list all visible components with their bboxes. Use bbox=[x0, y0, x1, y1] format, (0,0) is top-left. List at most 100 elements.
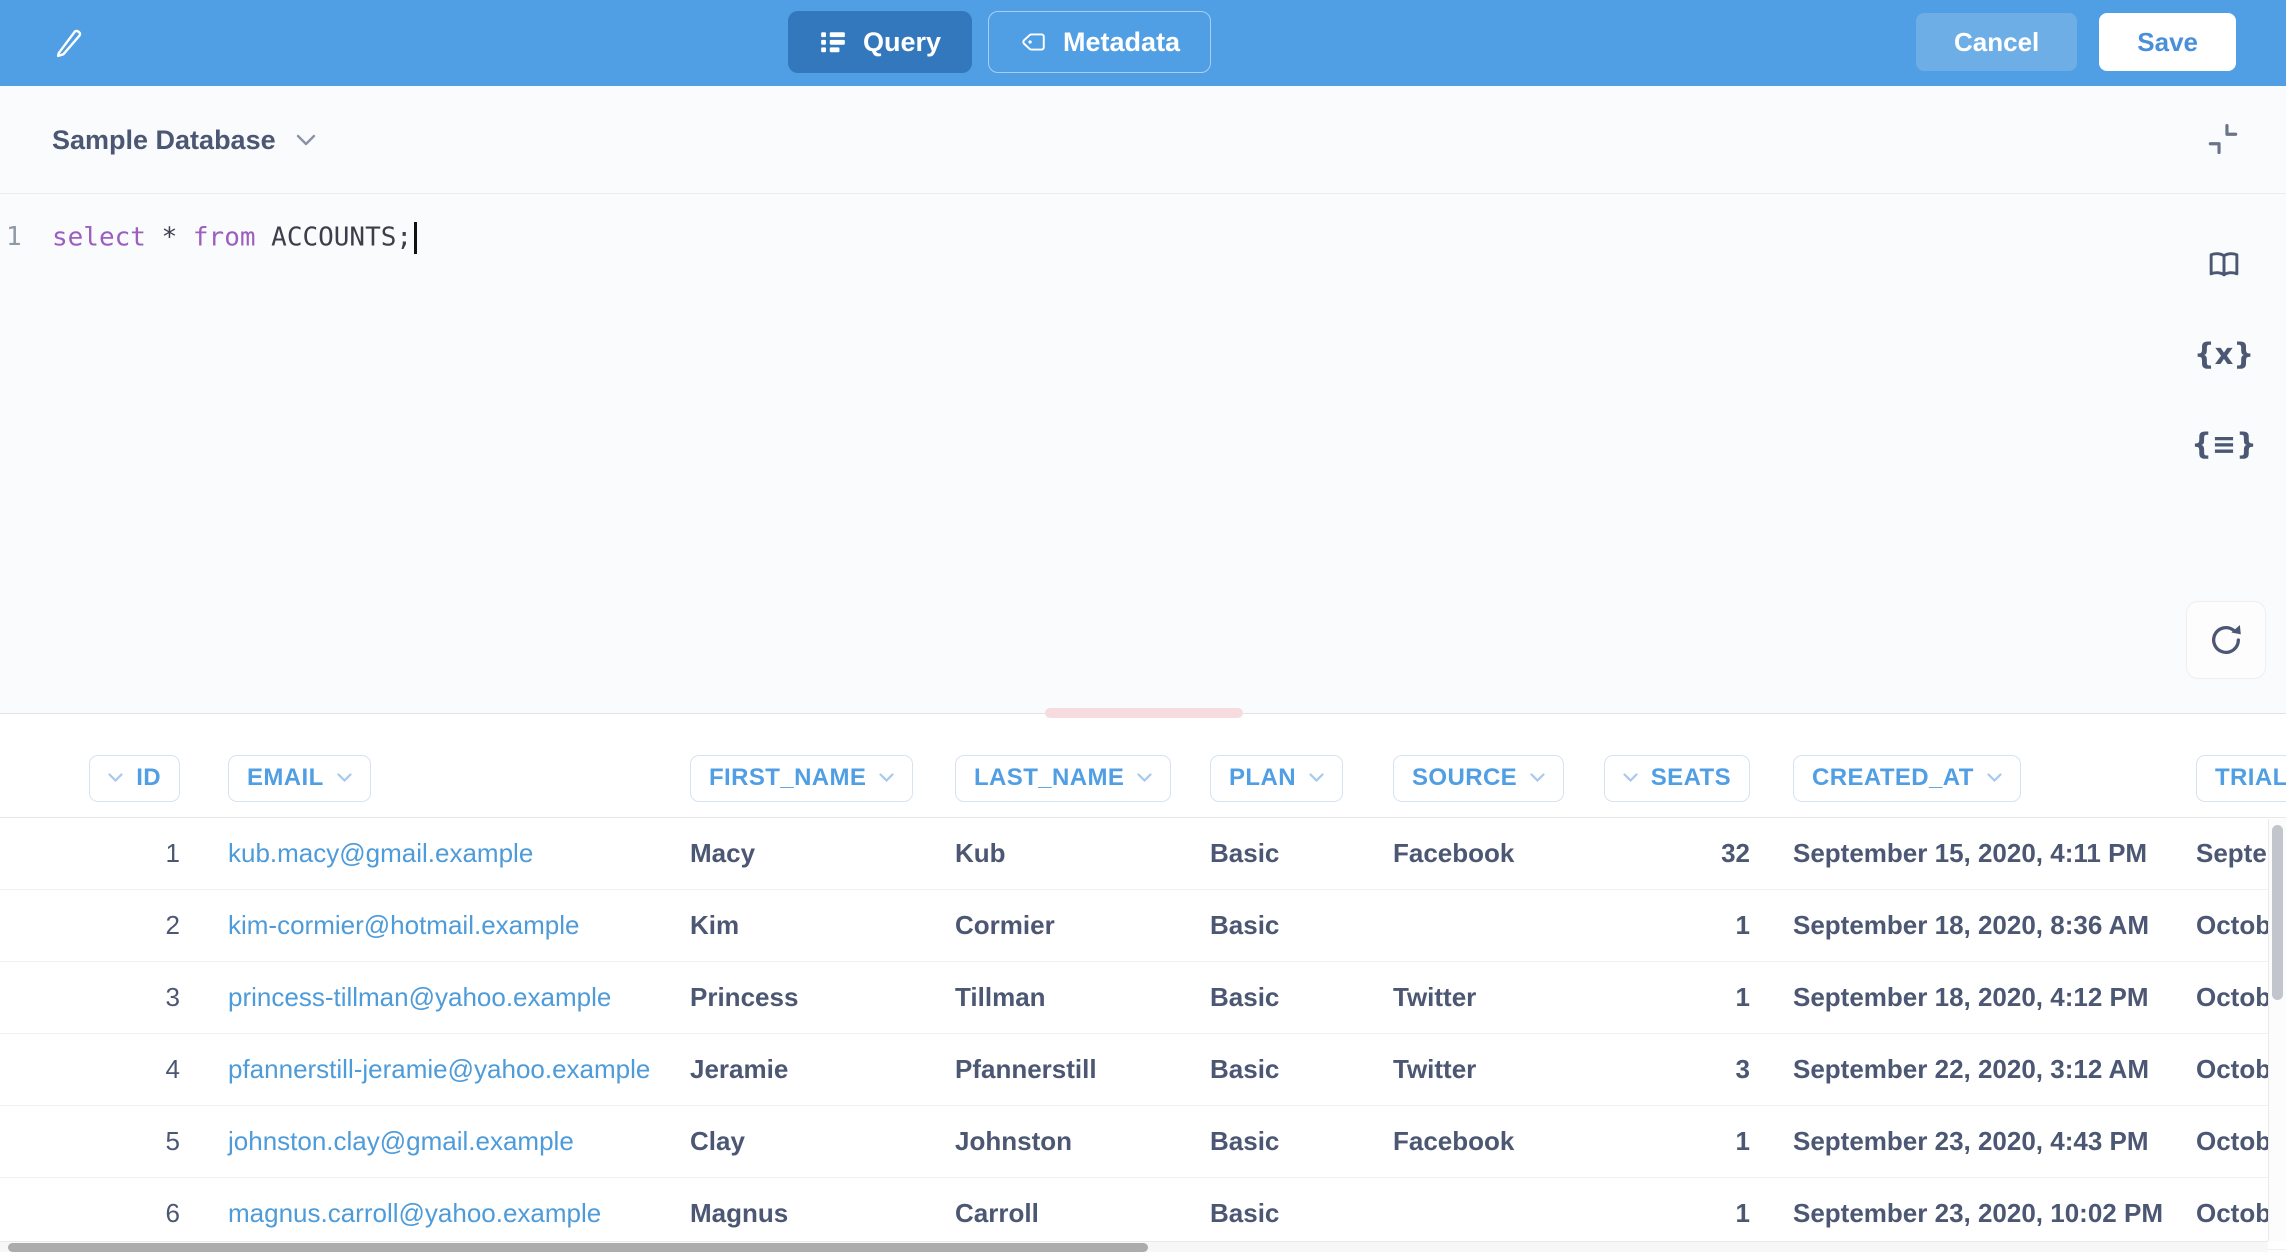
chevron-down-icon bbox=[108, 773, 123, 783]
column-header-last-name[interactable]: LAST_NAME bbox=[935, 755, 1190, 802]
cell-id: 3 bbox=[0, 982, 195, 1013]
database-selector[interactable]: Sample Database bbox=[52, 86, 316, 194]
cell-plan: Basic bbox=[1190, 1126, 1380, 1157]
cell-id: 4 bbox=[0, 1054, 195, 1085]
chevron-down-icon bbox=[1309, 773, 1324, 783]
tab-query[interactable]: Query bbox=[788, 11, 972, 73]
run-query-button[interactable] bbox=[2186, 601, 2266, 679]
cell-last-name: Pfannerstill bbox=[935, 1054, 1190, 1085]
table-row: 4 pfannerstill-jeramie@yahoo.example Jer… bbox=[0, 1034, 2286, 1106]
cell-last-name: Kub bbox=[935, 838, 1190, 869]
cell-source: Twitter bbox=[1380, 982, 1585, 1013]
cell-email-link[interactable]: magnus.carroll@yahoo.example bbox=[228, 1198, 601, 1228]
cell-seats: 3 bbox=[1585, 1054, 1755, 1085]
cell-last-name: Tillman bbox=[935, 982, 1190, 1013]
sql-keyword: from bbox=[193, 223, 256, 253]
column-header-email[interactable]: EMAIL bbox=[195, 755, 670, 802]
horizontal-scrollbar-thumb[interactable] bbox=[8, 1243, 1148, 1252]
cell-first-name: Magnus bbox=[670, 1198, 935, 1229]
database-selector-row: Sample Database bbox=[0, 86, 2286, 194]
column-header-first-name[interactable]: FIRST_NAME bbox=[670, 755, 935, 802]
sql-keyword: select bbox=[52, 223, 146, 253]
sql-text: ACCOUNTS; bbox=[256, 223, 413, 253]
cell-seats: 1 bbox=[1585, 910, 1755, 941]
cell-last-name: Johnston bbox=[935, 1126, 1190, 1157]
sql-text: * bbox=[146, 223, 193, 253]
vertical-scrollbar-thumb[interactable] bbox=[2272, 825, 2283, 1000]
cell-email-link[interactable]: pfannerstill-jeramie@yahoo.example bbox=[228, 1054, 650, 1084]
table-header-row: ID EMAIL FIRST_NAME LAST_NAME bbox=[0, 715, 2286, 818]
cell-plan: Basic bbox=[1190, 982, 1380, 1013]
chevron-down-icon bbox=[296, 134, 316, 147]
refresh-icon bbox=[2206, 620, 2246, 660]
cell-created-at: September 23, 2020, 10:02 PM bbox=[1755, 1198, 2185, 1229]
editor-tabs: Query Metadata bbox=[788, 11, 1211, 73]
topbar: Query Metadata Cancel Save bbox=[0, 0, 2286, 86]
cell-first-name: Princess bbox=[670, 982, 935, 1013]
cell-seats: 1 bbox=[1585, 1198, 1755, 1229]
cell-source: Facebook bbox=[1380, 838, 1585, 869]
cell-created-at: September 15, 2020, 4:11 PM bbox=[1755, 838, 2185, 869]
chevron-down-icon bbox=[879, 773, 894, 783]
cell-last-name: Carroll bbox=[935, 1198, 1190, 1229]
column-header-seats[interactable]: SEATS bbox=[1585, 755, 1755, 802]
cell-plan: Basic bbox=[1190, 838, 1380, 869]
cell-created-at: September 18, 2020, 8:36 AM bbox=[1755, 910, 2185, 941]
column-header-plan[interactable]: PLAN bbox=[1190, 755, 1380, 802]
chevron-down-icon bbox=[337, 773, 352, 783]
table-row: 6 magnus.carroll@yahoo.example Magnus Ca… bbox=[0, 1178, 2286, 1250]
cell-first-name: Macy bbox=[670, 838, 935, 869]
cancel-button[interactable]: Cancel bbox=[1916, 13, 2077, 71]
tab-metadata-label: Metadata bbox=[1063, 27, 1180, 58]
cell-source: Twitter bbox=[1380, 1054, 1585, 1085]
column-header-source[interactable]: SOURCE bbox=[1380, 755, 1585, 802]
cell-email-link[interactable]: kub.macy@gmail.example bbox=[228, 838, 533, 868]
chevron-down-icon bbox=[1137, 773, 1152, 783]
cell-id: 6 bbox=[0, 1198, 195, 1229]
cell-seats: 1 bbox=[1585, 1126, 1755, 1157]
collapse-editor-button[interactable] bbox=[2204, 120, 2244, 160]
variables-button[interactable]: {x} bbox=[2202, 332, 2246, 376]
snippet-icon: {≡} bbox=[2191, 427, 2257, 461]
column-header-trial[interactable]: TRIAL_EN bbox=[2185, 755, 2286, 802]
tab-query-label: Query bbox=[863, 27, 941, 58]
cell-id: 5 bbox=[0, 1126, 195, 1157]
collapse-icon bbox=[2204, 120, 2242, 158]
book-icon bbox=[2205, 249, 2243, 283]
sql-editor-panel: Sample Database 1 select * from ACCOUNTS… bbox=[0, 86, 2286, 714]
table-row: 5 johnston.clay@gmail.example Clay Johns… bbox=[0, 1106, 2286, 1178]
cell-id: 2 bbox=[0, 910, 195, 941]
edit-title-button[interactable] bbox=[48, 18, 92, 68]
cell-plan: Basic bbox=[1190, 910, 1380, 941]
sql-code-area[interactable]: 1 select * from ACCOUNTS; bbox=[0, 194, 2286, 713]
tab-metadata[interactable]: Metadata bbox=[988, 11, 1211, 73]
horizontal-scrollbar[interactable] bbox=[0, 1241, 2268, 1252]
variables-icon: {x} bbox=[2194, 337, 2254, 371]
data-reference-button[interactable] bbox=[2202, 244, 2246, 288]
vertical-scrollbar[interactable] bbox=[2268, 819, 2286, 1241]
cell-email-link[interactable]: princess-tillman@yahoo.example bbox=[228, 982, 611, 1012]
column-header-created-at[interactable]: CREATED_AT bbox=[1755, 755, 2185, 802]
table-row: 3 princess-tillman@yahoo.example Princes… bbox=[0, 962, 2286, 1034]
column-header-id[interactable]: ID bbox=[0, 755, 195, 802]
snippets-button[interactable]: {≡} bbox=[2202, 422, 2246, 466]
chevron-down-icon bbox=[1530, 773, 1545, 783]
save-button[interactable]: Save bbox=[2099, 13, 2236, 71]
chevron-down-icon bbox=[1987, 773, 2002, 783]
cell-plan: Basic bbox=[1190, 1054, 1380, 1085]
resize-drag-handle[interactable] bbox=[1045, 708, 1243, 718]
table-row: 1 kub.macy@gmail.example Macy Kub Basic … bbox=[0, 818, 2286, 890]
sql-code-line: select * from ACCOUNTS; bbox=[52, 222, 417, 254]
cell-last-name: Cormier bbox=[935, 910, 1190, 941]
cell-plan: Basic bbox=[1190, 1198, 1380, 1229]
cell-email-link[interactable]: kim-cormier@hotmail.example bbox=[228, 910, 579, 940]
database-name: Sample Database bbox=[52, 125, 276, 156]
cell-source: Facebook bbox=[1380, 1126, 1585, 1157]
cell-created-at: September 22, 2020, 3:12 AM bbox=[1755, 1054, 2185, 1085]
cell-first-name: Kim bbox=[670, 910, 935, 941]
results-table-panel: ID EMAIL FIRST_NAME LAST_NAME bbox=[0, 715, 2286, 1252]
line-number: 1 bbox=[6, 222, 22, 252]
cell-id: 1 bbox=[0, 838, 195, 869]
cell-email-link[interactable]: johnston.clay@gmail.example bbox=[228, 1126, 574, 1156]
cell-seats: 32 bbox=[1585, 838, 1755, 869]
